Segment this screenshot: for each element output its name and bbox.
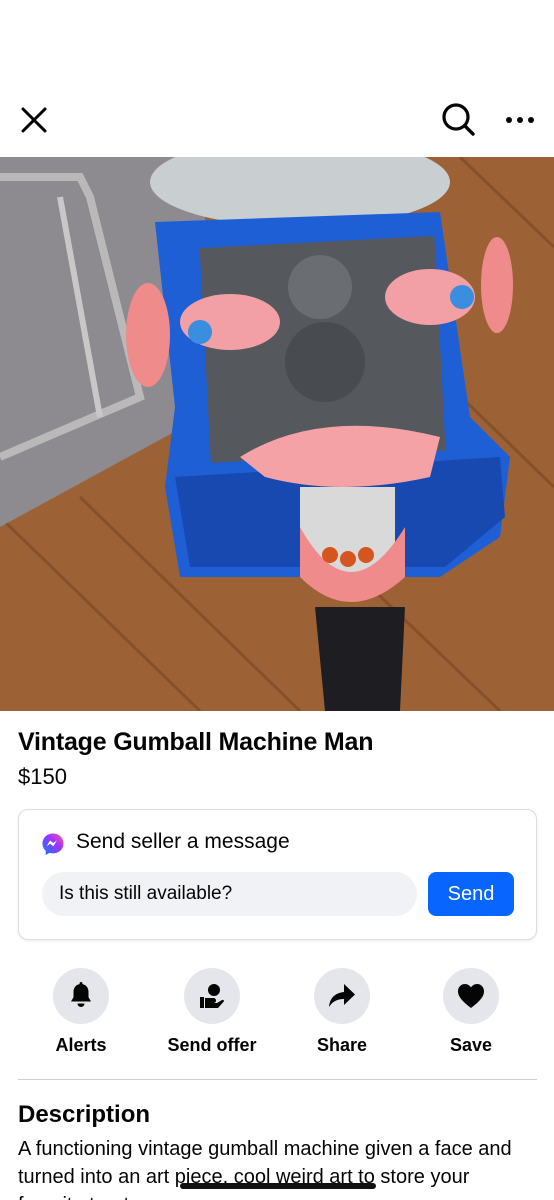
listing-price: $150 [18,764,67,789]
offer-icon [200,984,224,1008]
listing-title: Vintage Gumball Machine Man [18,728,374,756]
top-bar [0,0,554,157]
send-button[interactable]: Send [428,872,514,916]
alerts-label: Alerts [55,1035,107,1055]
send-offer-button[interactable]: Send offer [157,968,267,1056]
messenger-icon [42,833,64,855]
description-text: A functioning vintage gumball machine gi… [18,1138,512,1200]
alerts-button[interactable]: Alerts [26,968,136,1056]
action-row: Alerts Send offer Share Save [0,968,554,1058]
send-offer-label: Send offer [167,1035,257,1055]
home-indicator[interactable] [180,1183,376,1189]
heart-icon [458,984,484,1008]
save-circle[interactable] [443,968,499,1024]
share-icon [329,984,355,1007]
more-horizontal-icon[interactable] [502,108,538,132]
divider [18,1079,537,1080]
description-heading: Description [18,1101,151,1128]
save-label: Save [449,1035,493,1055]
message-input[interactable]: Is this still available? [42,872,417,916]
close-icon[interactable] [18,104,50,136]
send-offer-circle[interactable] [184,968,240,1024]
save-button[interactable]: Save [416,968,526,1056]
share-button[interactable]: Share [287,968,397,1056]
share-label: Share [316,1035,368,1055]
share-circle[interactable] [314,968,370,1024]
message-heading: Send seller a message [76,830,290,853]
listing-photo[interactable] [0,157,554,711]
message-seller-card: Send seller a message Is this still avai… [18,809,537,940]
alerts-circle[interactable] [53,968,109,1024]
bell-icon [71,982,91,1007]
search-icon[interactable] [440,101,476,137]
